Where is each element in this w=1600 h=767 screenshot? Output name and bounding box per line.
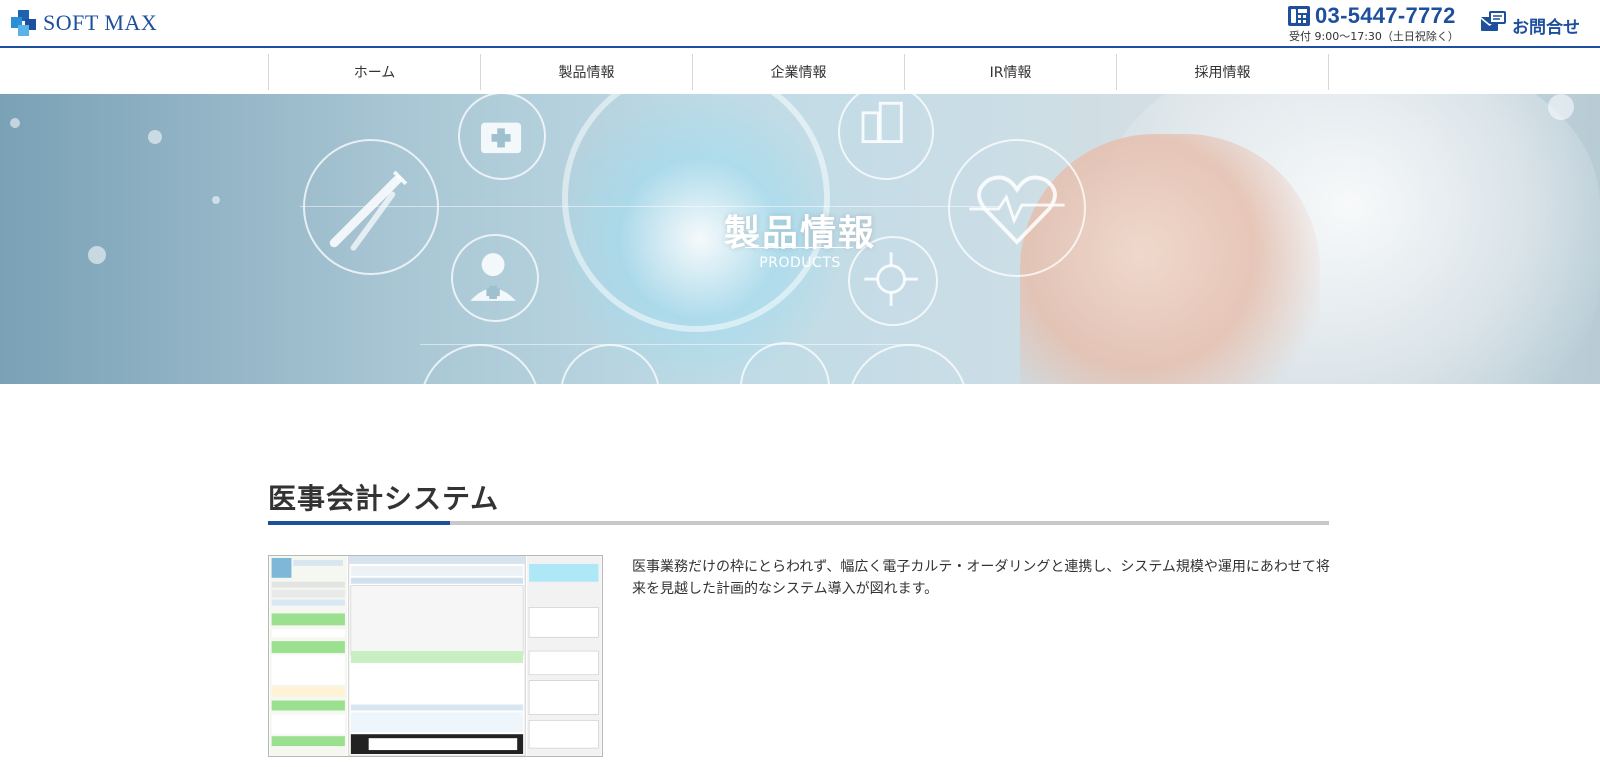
page-subtitle: PRODUCTS [759, 255, 841, 271]
softmax-logo-icon [11, 10, 37, 36]
phone-number[interactable]: 03-5447-7772 [1315, 3, 1456, 29]
section-divider-accent [268, 521, 450, 525]
section-title: 医事会計システム [268, 482, 500, 515]
nav-item-ir[interactable]: IR情報 [904, 54, 1116, 90]
title-divider [745, 247, 853, 248]
logo-text: SOFT MAX [43, 10, 158, 35]
business-hours: 受付 9:00〜17:30（土日祝除く） [1289, 30, 1459, 43]
mail-icon [1480, 11, 1506, 39]
medical-kit-icon [458, 94, 546, 180]
nav-item-recruit[interactable]: 採用情報 [1116, 54, 1328, 90]
partial-icon-circle [848, 344, 968, 384]
nav-item-products[interactable]: 製品情報 [480, 54, 692, 90]
phone-contact[interactable]: 03-5447-7772 [1287, 3, 1456, 29]
phone-icon [1287, 4, 1311, 28]
site-logo[interactable]: SOFT MAX [11, 9, 157, 37]
partial-icon-circle [420, 344, 540, 384]
page-title: 製品情報 [723, 213, 876, 254]
nav-item-company[interactable]: 企業情報 [692, 54, 904, 90]
hero-banner: 製品情報 PRODUCTS [0, 94, 1600, 384]
contact-label: お問合せ [1512, 17, 1580, 38]
contact-button[interactable]: お問合せ [1480, 11, 1580, 39]
product-screenshot [268, 555, 603, 757]
product-description: 医事業務だけの枠にとらわれず、幅広く電子カルテ・オーダリングと連携し、システム規… [632, 559, 1330, 597]
main-nav: ホーム 製品情報 企業情報 IR情報 採用情報 [0, 50, 1600, 94]
building-icon [838, 94, 934, 180]
site-header: SOFT MAX 03-5447-7772 受付 9:00〜17:30（土日祝除… [0, 0, 1600, 48]
nav-item-home[interactable]: ホーム [268, 54, 480, 90]
